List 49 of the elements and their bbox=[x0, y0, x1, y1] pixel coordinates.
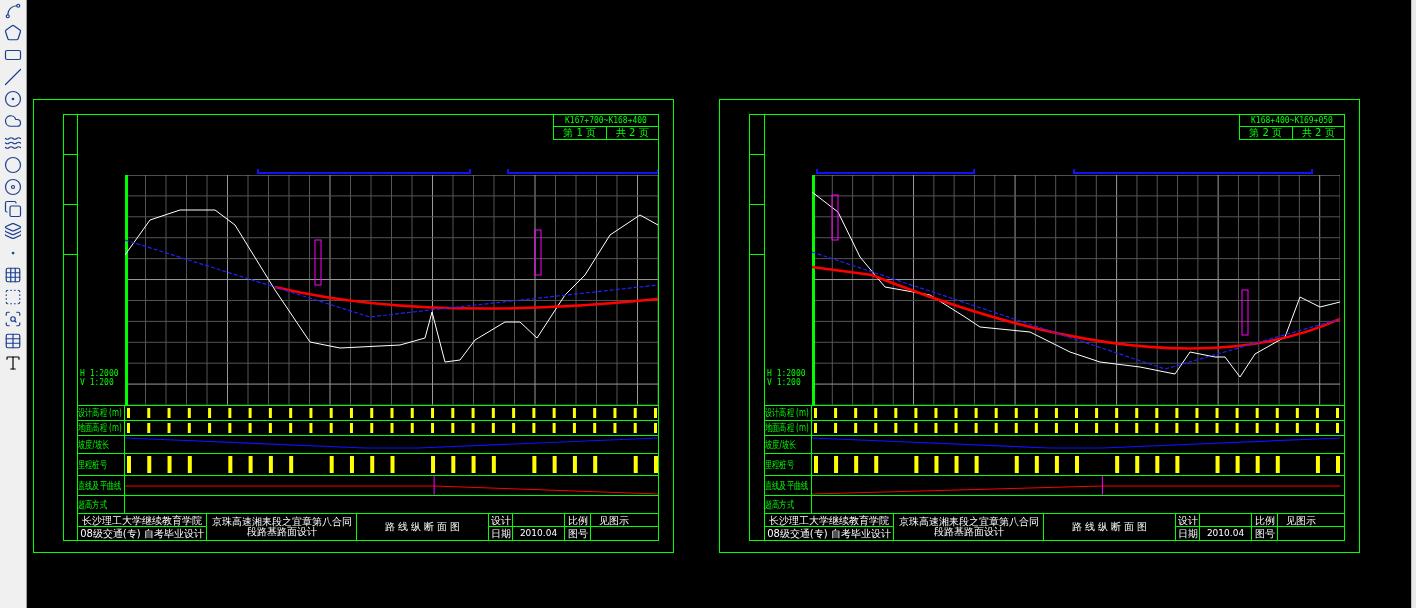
row-label: 坡度/坡长 bbox=[78, 436, 125, 453]
scale-label: 比例 bbox=[1252, 514, 1277, 527]
circle-icon[interactable] bbox=[4, 90, 22, 108]
design-label: 设计 bbox=[489, 514, 512, 527]
drawing-title: 路 线 纵 断 面 图 bbox=[1043, 514, 1175, 540]
row-label: 直线及平曲线 bbox=[78, 476, 125, 495]
spline-icon[interactable] bbox=[4, 134, 22, 152]
scale-label: V 1:200 bbox=[767, 378, 802, 387]
class-name: 08级交通(专) 自考毕业设计 bbox=[79, 527, 205, 540]
school-name: 长沙理工大学继续教育学院 bbox=[78, 514, 206, 527]
page-total: 共 2 页 bbox=[1300, 127, 1336, 139]
row-label: 直线及平曲线 bbox=[765, 476, 812, 495]
scale-label: H 1:2000 bbox=[80, 369, 120, 378]
date-value: 2010.04 bbox=[518, 527, 559, 540]
drawing-title: 路 线 纵 断 面 图 bbox=[356, 514, 488, 540]
station-range: K167+700~K168+400 bbox=[554, 115, 658, 127]
scale-value: 见图示 bbox=[591, 514, 658, 527]
school-name: 长沙理工大学继续教育学院 bbox=[765, 514, 893, 527]
polyline-icon[interactable] bbox=[4, 2, 22, 20]
scale-value: 见图示 bbox=[1278, 514, 1344, 527]
date-label: 日期 bbox=[1176, 527, 1199, 540]
page-number: 第 1 页 bbox=[554, 127, 607, 139]
row-label: 超高方式 bbox=[78, 496, 125, 513]
row-label: 设计高程 (m) bbox=[765, 406, 812, 420]
scale-label: 比例 bbox=[565, 514, 590, 527]
drawing-number-label: 图号 bbox=[566, 527, 589, 540]
scale-label: H 1:2000 bbox=[767, 369, 807, 378]
page-number: 第 2 页 bbox=[1240, 127, 1293, 139]
row-label: 设计高程 (m) bbox=[78, 406, 125, 420]
date-value: 2010.04 bbox=[1205, 527, 1246, 540]
table-icon[interactable] bbox=[4, 332, 22, 350]
project-name: 京珠高速湘耒段之宜章第八合同段路基路面设计 bbox=[893, 514, 1043, 540]
drawing-number-label: 图号 bbox=[1253, 527, 1276, 540]
scale-label: V 1:200 bbox=[80, 378, 115, 387]
row-label: 坡度/坡长 bbox=[765, 436, 812, 453]
row-label: 超高方式 bbox=[765, 496, 812, 513]
row-label: 里程桩号 bbox=[78, 454, 125, 475]
row-label: 地面高程 (m) bbox=[765, 421, 812, 435]
project-name: 京珠高速湘耒段之宜章第八合同段路基路面设计 bbox=[206, 514, 356, 540]
design-label: 设计 bbox=[1176, 514, 1199, 527]
cloud-icon[interactable] bbox=[4, 112, 22, 130]
row-label: 地面高程 (m) bbox=[78, 421, 125, 435]
date-label: 日期 bbox=[489, 527, 512, 540]
row-label: 里程桩号 bbox=[765, 454, 812, 475]
page-total: 共 2 页 bbox=[614, 127, 650, 139]
class-name: 08级交通(专) 自考毕业设计 bbox=[766, 527, 892, 540]
station-range: K168+400~K169+050 bbox=[1240, 115, 1344, 127]
text-icon[interactable] bbox=[4, 354, 22, 372]
polygon-icon[interactable] bbox=[4, 24, 22, 42]
